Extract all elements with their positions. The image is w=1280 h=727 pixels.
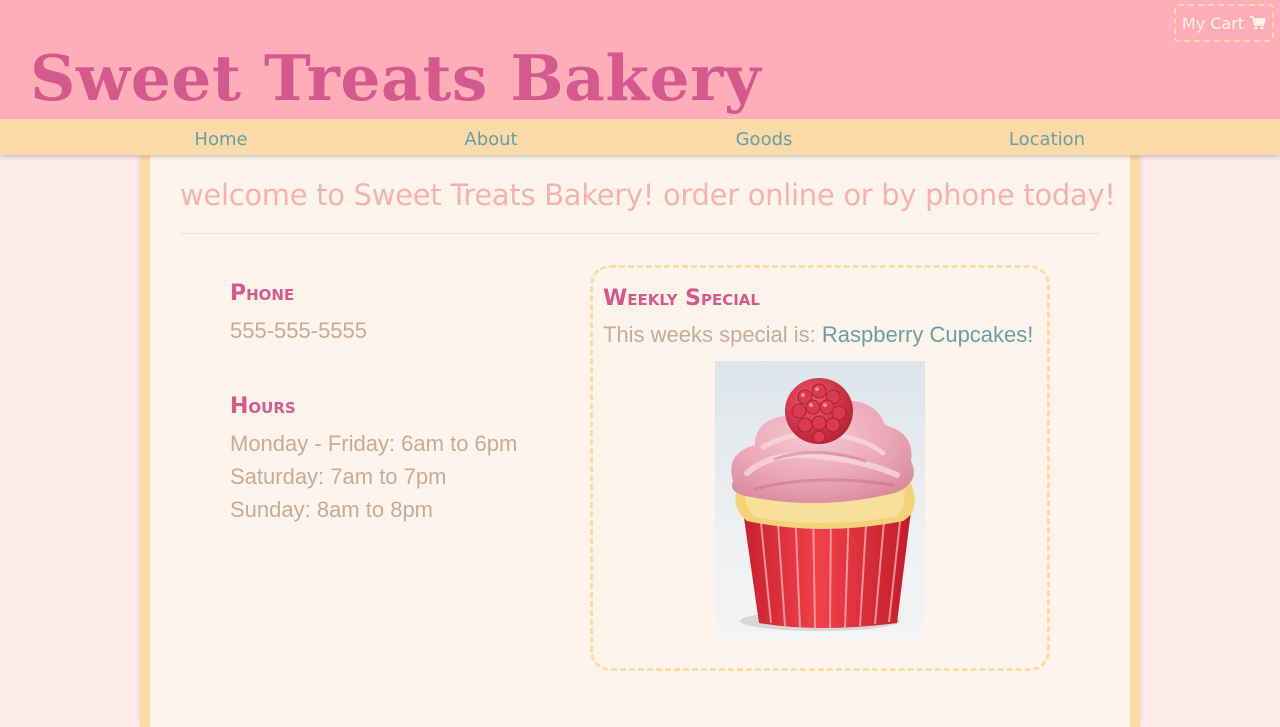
my-cart-button[interactable]: My Cart <box>1174 4 1274 42</box>
weekly-special-text: This weeks special is: Raspberry Cupcake… <box>603 318 1033 351</box>
weekly-special-box: Weekly Special This weeks special is: Ra… <box>590 265 1050 671</box>
hours-line-saturday: Saturday: 7am to 7pm <box>230 464 447 489</box>
hours-line-weekdays: Monday - Friday: 6am to 6pm <box>230 431 518 456</box>
divider <box>180 233 1100 234</box>
nav-item-goods[interactable]: Goods <box>736 127 793 153</box>
content-panel: welcome to Sweet Treats Bakery! order on… <box>140 155 1140 727</box>
phone-heading: Phone <box>230 281 295 306</box>
main-nav: Home About Goods Location <box>0 119 1280 155</box>
shopping-cart-icon <box>1250 16 1266 30</box>
weekly-special-prefix: This weeks special is: <box>603 322 822 347</box>
cart-label: My Cart <box>1181 13 1245 33</box>
phone-number: 555-555-5555 <box>230 318 368 343</box>
site-title: Sweet Treats Bakery <box>30 41 761 115</box>
raspberry-cupcake-photo[interactable] <box>715 361 925 641</box>
nav-item-home[interactable]: Home <box>194 127 247 153</box>
site-header: Sweet Treats Bakery My Cart <box>0 0 1280 119</box>
nav-item-location[interactable]: Location <box>1009 127 1085 153</box>
hours-line-sunday: Sunday: 8am to 8pm <box>230 497 434 522</box>
weekly-special-link[interactable]: Raspberry Cupcakes! <box>822 322 1034 347</box>
weekly-special-heading: Weekly Special <box>603 286 760 311</box>
welcome-heading: welcome to Sweet Treats Bakery! order on… <box>180 178 1116 212</box>
nav-item-about[interactable]: About <box>464 127 517 153</box>
hours-heading: Hours <box>230 394 296 419</box>
